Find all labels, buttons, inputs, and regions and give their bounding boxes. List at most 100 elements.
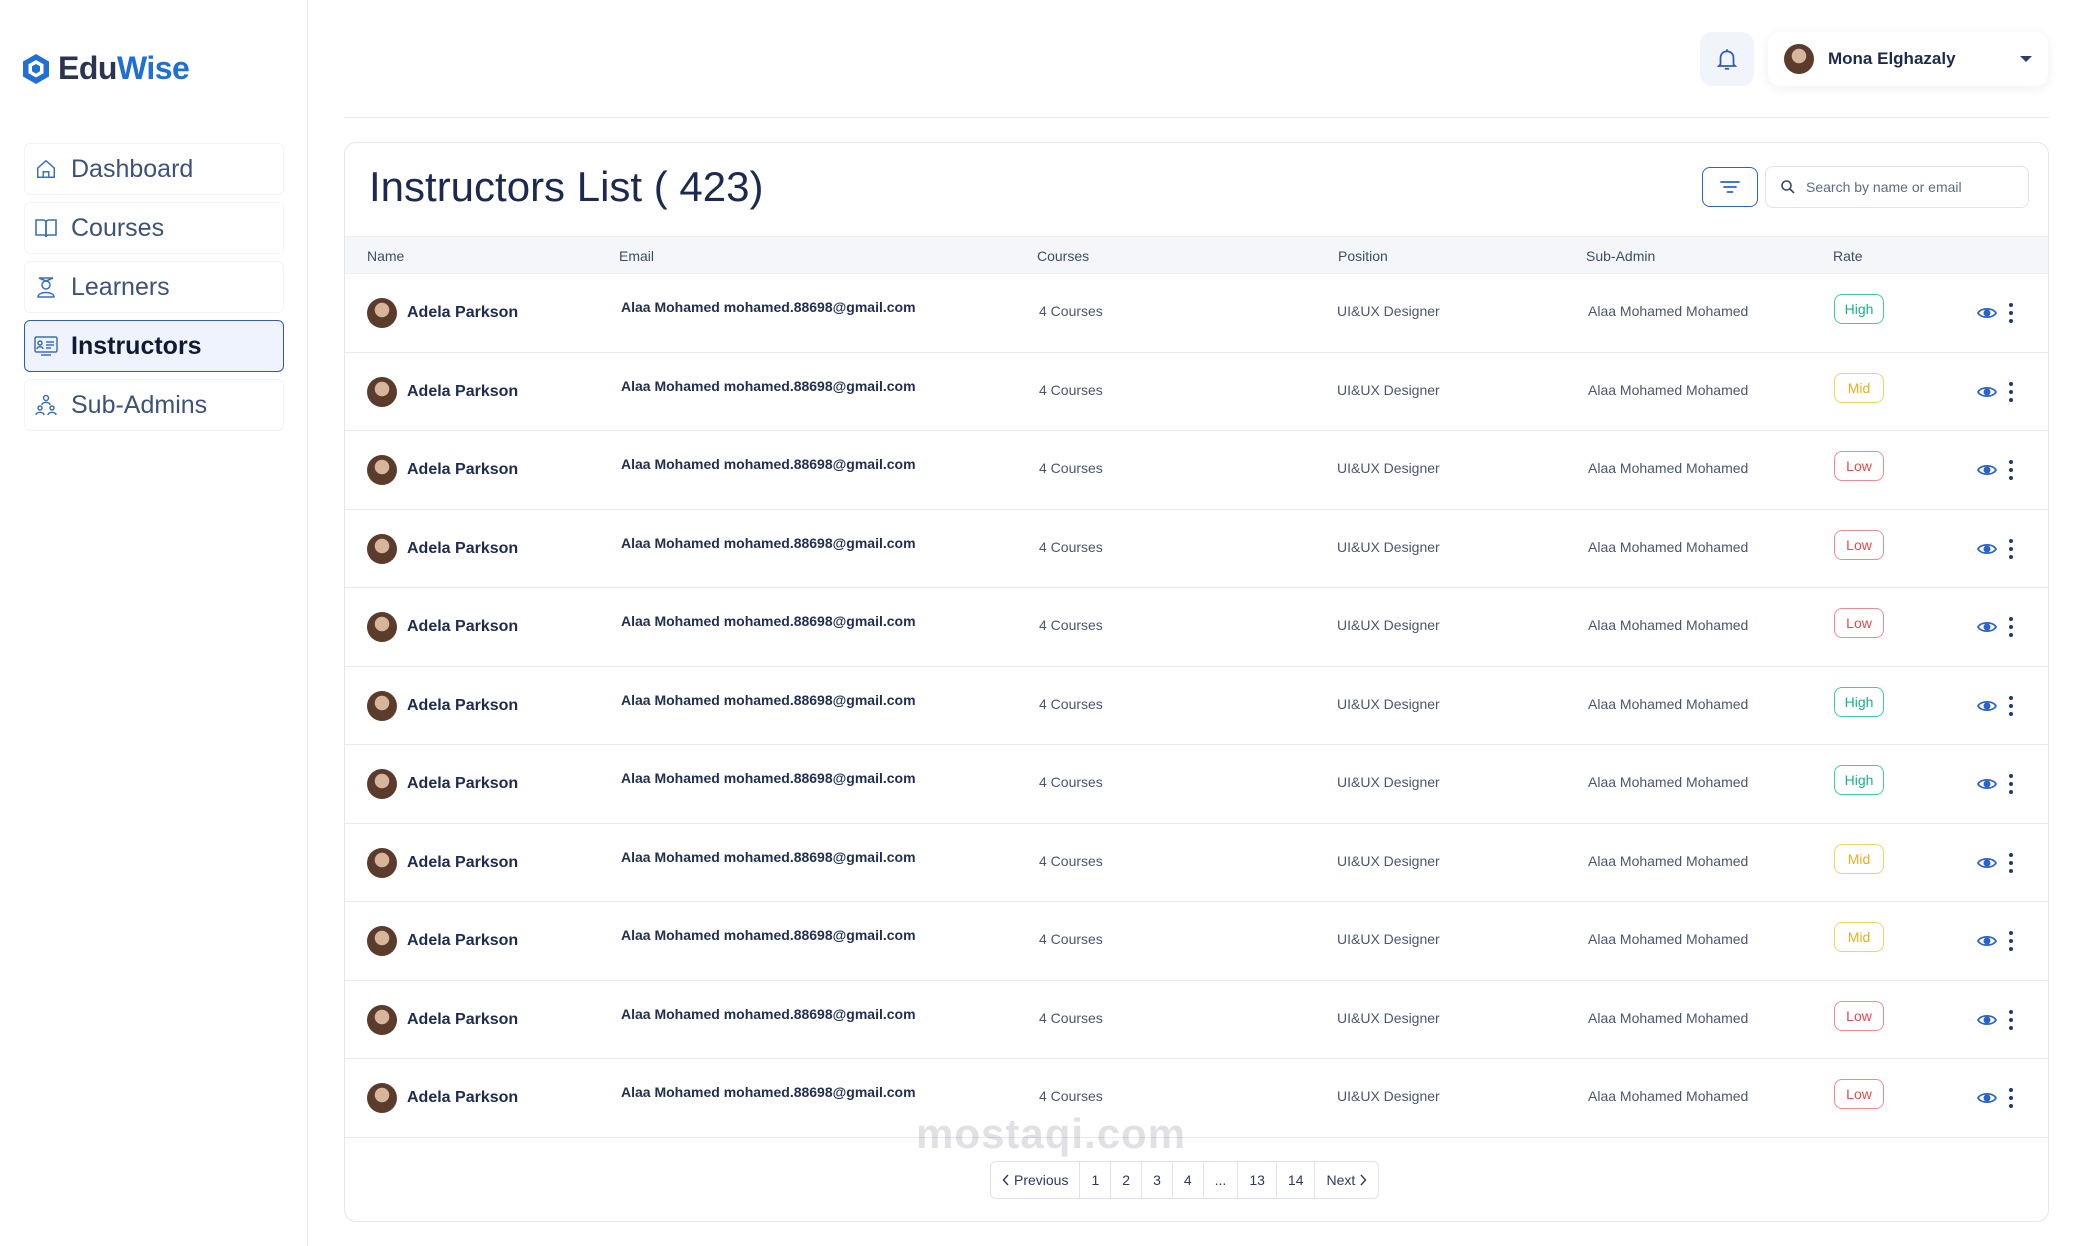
view-icon[interactable] [1975,772,1999,796]
instructor-name[interactable]: Adela Parkson [407,775,518,793]
logo-icon [23,53,49,84]
pagination-previous-button[interactable]: Previous [991,1162,1081,1198]
rate-badge: Low [1834,451,1884,481]
instructor-email: Alaa Mohamed mohamed.88698@gmail.com [621,1005,916,1022]
column-header-courses[interactable]: Courses [1037,248,1089,264]
instructor-name[interactable]: Adela Parkson [407,697,518,715]
sidebar-item-label: Sub-Admins [71,390,208,419]
user-menu[interactable]: Mona Elghazaly [1768,32,2048,86]
table-row[interactable]: Adela Parkson Alaa Mohamed mohamed.88698… [345,431,2048,510]
pagination-page-button[interactable]: 3 [1142,1162,1173,1198]
instructor-name[interactable]: Adela Parkson [407,383,518,401]
table-row[interactable]: Adela Parkson Alaa Mohamed mohamed.88698… [345,667,2048,745]
filter-button[interactable] [1702,167,1758,207]
instructor-name[interactable]: Adela Parkson [407,932,518,950]
more-options-icon[interactable] [2003,613,2019,641]
table-row[interactable]: Adela Parkson Alaa Mohamed mohamed.88698… [345,902,2048,981]
sidebar-nav: Dashboard Courses Learners Instructors S… [24,143,284,438]
instructor-name-cell: Adela Parkson [367,690,518,721]
avatar [367,847,397,878]
table-row[interactable]: Adela Parkson Alaa Mohamed mohamed.88698… [345,353,2048,431]
pagination-page-button[interactable]: 13 [1238,1162,1277,1198]
instructor-position: UI&UX Designer [1337,931,1440,947]
sidebar: EduWise Dashboard Courses Learners Instr… [0,0,308,1246]
instructor-position: UI&UX Designer [1337,1088,1440,1104]
column-header-position[interactable]: Position [1338,248,1388,264]
instructor-name-cell: Adela Parkson [367,298,518,328]
pagination-page-button[interactable]: 14 [1277,1162,1316,1198]
more-options-icon[interactable] [2003,770,2019,798]
instructor-name-cell: Adela Parkson [367,926,518,956]
rate-badge: High [1834,765,1884,795]
sidebar-item-courses[interactable]: Courses [24,202,284,254]
search-input[interactable] [1806,179,2006,195]
sidebar-item-dashboard[interactable]: Dashboard [24,143,284,195]
view-icon[interactable] [1975,851,1999,875]
pagination-page-button[interactable]: 4 [1173,1162,1204,1198]
instructor-position: UI&UX Designer [1337,303,1440,319]
more-options-icon[interactable] [2003,692,2019,720]
chevron-down-icon[interactable] [2020,56,2032,62]
rate-badge: High [1834,686,1884,717]
instructor-name[interactable]: Adela Parkson [407,304,518,322]
view-icon[interactable] [1975,301,1999,325]
view-icon[interactable] [1975,1086,1999,1110]
view-icon[interactable] [1975,929,1999,953]
column-header-rate[interactable]: Rate [1833,248,1863,264]
page-title: Instructors List ( 423) [369,163,764,210]
view-icon[interactable] [1975,458,1999,482]
instructor-name-cell: Adela Parkson [367,1004,518,1035]
table-row[interactable]: Adela Parkson Alaa Mohamed mohamed.88698… [345,981,2048,1059]
column-header-name[interactable]: Name [367,248,404,264]
more-options-icon[interactable] [2003,1006,2019,1034]
instructor-name-cell: Adela Parkson [367,455,518,485]
more-options-icon[interactable] [2003,456,2019,484]
sidebar-item-sub-admins[interactable]: Sub-Admins [24,379,284,431]
view-icon[interactable] [1975,537,1999,561]
more-options-icon[interactable] [2003,849,2019,877]
instructor-name[interactable]: Adela Parkson [407,1089,518,1107]
search-box[interactable] [1765,166,2029,208]
more-options-icon[interactable] [2003,1084,2019,1112]
instructor-sub-admin: Alaa Mohamed Mohamed [1588,460,1749,476]
pagination: Previous 1 2 3 4... 13 14 Next [990,1161,1380,1199]
view-icon[interactable] [1975,380,1999,404]
table-row[interactable]: Adela Parkson Alaa Mohamed mohamed.88698… [345,745,2048,824]
more-options-icon[interactable] [2003,927,2019,955]
sidebar-item-learners[interactable]: Learners [24,261,284,313]
notification-button[interactable] [1700,32,1754,86]
column-header-email[interactable]: Email [619,248,654,264]
instructor-name[interactable]: Adela Parkson [407,540,518,558]
table-row[interactable]: Adela Parkson Alaa Mohamed mohamed.88698… [345,1059,2048,1138]
view-icon[interactable] [1975,1008,1999,1032]
pagination-page-button[interactable]: 1 [1080,1162,1112,1198]
view-icon[interactable] [1975,694,1999,718]
instructor-icon [33,333,59,359]
pagination-next-button[interactable]: Next [1315,1162,1378,1198]
sidebar-item-instructors[interactable]: Instructors [24,320,284,372]
more-options-icon[interactable] [2003,299,2019,327]
instructor-position: UI&UX Designer [1337,695,1440,712]
avatar [367,690,397,721]
rate-badge: High [1834,294,1884,324]
instructor-name[interactable]: Adela Parkson [407,618,518,636]
table-row[interactable]: Adela Parkson Alaa Mohamed mohamed.88698… [345,274,2048,353]
instructor-email: Alaa Mohamed mohamed.88698@gmail.com [621,377,916,394]
instructor-email: Alaa Mohamed mohamed.88698@gmail.com [621,691,916,708]
instructor-name-cell: Adela Parkson [367,1083,518,1113]
instructor-courses: 4 Courses [1039,695,1103,712]
view-icon[interactable] [1975,615,1999,639]
instructor-name[interactable]: Adela Parkson [407,461,518,479]
instructor-name[interactable]: Adela Parkson [407,854,518,872]
more-options-icon[interactable] [2003,535,2019,563]
logo[interactable]: EduWise [22,50,190,87]
table-row[interactable]: Adela Parkson Alaa Mohamed mohamed.88698… [345,510,2048,588]
table-body: Adela Parkson Alaa Mohamed mohamed.88698… [345,274,2048,1138]
table-row[interactable]: Adela Parkson Alaa Mohamed mohamed.88698… [345,588,2048,667]
pagination-page-button[interactable]: 2 [1111,1162,1143,1198]
column-header-sub-admin[interactable]: Sub-Admin [1586,248,1655,264]
table-row[interactable]: Adela Parkson Alaa Mohamed mohamed.88698… [345,824,2048,902]
instructor-name[interactable]: Adela Parkson [407,1011,518,1029]
more-options-icon[interactable] [2003,378,2019,406]
instructor-sub-admin: Alaa Mohamed Mohamed [1588,774,1749,790]
